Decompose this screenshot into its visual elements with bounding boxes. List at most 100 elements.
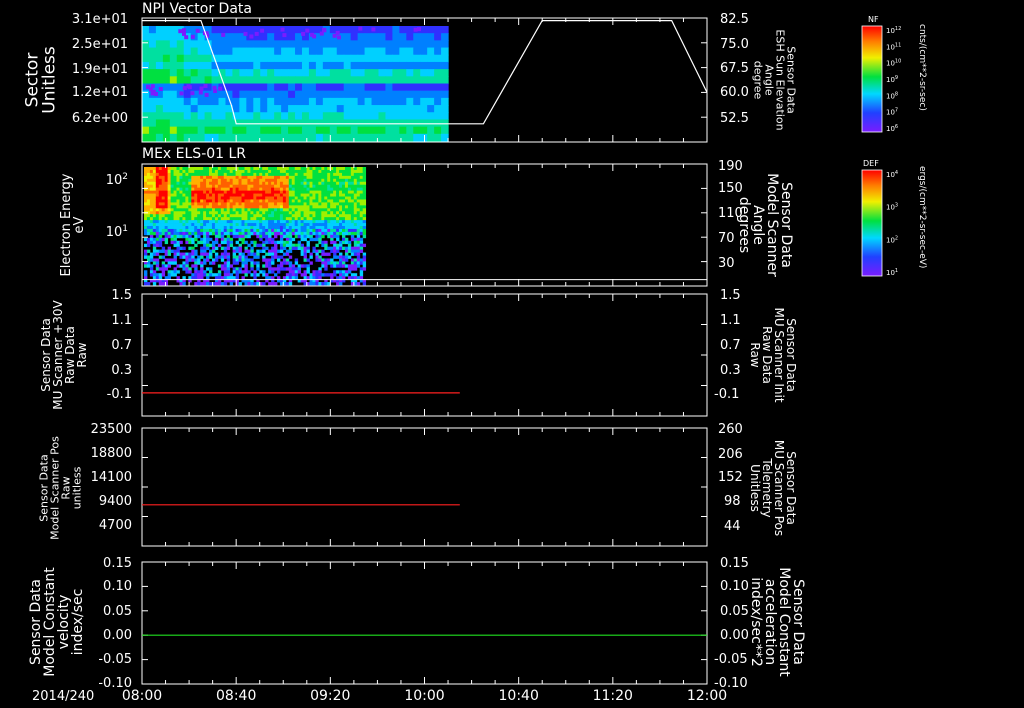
heat-cell — [259, 243, 263, 248]
heat-cell — [259, 199, 263, 203]
heat-cell — [321, 231, 325, 236]
heat-cell — [301, 31, 306, 36]
heat-cell — [285, 208, 290, 212]
heat-cell — [315, 214, 319, 218]
heat-cell — [155, 112, 164, 121]
heat-cell — [144, 217, 148, 221]
heat-cell — [392, 40, 400, 49]
heat-cell — [274, 76, 282, 85]
heat-cell — [158, 255, 163, 259]
heat-cell — [347, 169, 352, 174]
heat-cell — [206, 167, 210, 171]
heat-cell — [220, 211, 225, 215]
heat-cell — [144, 214, 148, 218]
heat-cell — [182, 178, 186, 183]
heat-cell — [167, 258, 171, 262]
heat-cell — [303, 237, 307, 242]
heat-cell — [244, 264, 248, 268]
heat-cell — [309, 261, 313, 265]
heat-cell — [274, 240, 278, 245]
heat-cell — [315, 181, 319, 186]
heat-cell — [342, 228, 346, 233]
heat-cell — [238, 202, 242, 206]
heat-cell — [176, 217, 180, 221]
heat-cell — [239, 76, 247, 85]
heat-cell — [250, 199, 254, 203]
heat-cell — [357, 105, 366, 113]
heat-cell — [262, 255, 266, 259]
heat-cell — [441, 26, 449, 34]
heat-cell — [211, 178, 216, 183]
heat-cell — [188, 190, 192, 194]
heat-cell — [281, 83, 289, 92]
heat-cell — [312, 226, 316, 230]
heat-cell — [268, 196, 272, 200]
heat-cell — [214, 226, 219, 230]
heat-cell — [203, 258, 207, 262]
heat-cell — [244, 223, 248, 227]
heat-cell — [246, 76, 254, 85]
heat-cell — [371, 33, 380, 41]
heat-cell — [238, 270, 242, 274]
heat-cell — [362, 214, 367, 218]
heat-cell — [144, 172, 148, 177]
heat-cell — [200, 270, 204, 274]
heat-cell — [256, 196, 260, 200]
heat-cell — [220, 175, 225, 180]
heat-cell — [385, 33, 393, 41]
heat-cell — [244, 208, 248, 212]
heat-cell — [161, 223, 166, 227]
heat-cell — [339, 264, 343, 268]
heat-cell — [191, 217, 195, 221]
heat-cell — [342, 276, 346, 280]
heat-cell — [294, 243, 299, 248]
panel1-y2label: Sensor DataESH Sun ElevationAngledegree — [752, 29, 798, 130]
heat-cell — [149, 167, 154, 171]
heat-cell — [378, 97, 387, 106]
heat-cell — [203, 205, 207, 209]
heat-cell — [162, 97, 171, 106]
heat-cell — [294, 181, 299, 186]
heat-cell — [238, 175, 242, 180]
heat-cell — [223, 249, 228, 253]
heat-cell — [194, 214, 198, 218]
heat-cell — [350, 69, 359, 77]
heat-cell — [209, 270, 213, 274]
heat-cell — [225, 61, 234, 70]
heat-cell — [399, 61, 407, 70]
heat-cell — [385, 90, 393, 99]
heat-cell — [253, 255, 257, 259]
heat-cell — [321, 273, 325, 277]
heat-cell — [253, 226, 257, 230]
heat-cell — [179, 193, 183, 197]
heat-cell — [300, 252, 304, 256]
panel1-y2tick: 75.0 — [720, 37, 749, 52]
heat-cell — [291, 231, 296, 236]
plot-canvas: NPI Vector Data 3.1e+01 2.5e+01 1.9e+01 … — [22, 1, 927, 704]
heat-cell — [253, 76, 261, 85]
heat-cell — [399, 112, 407, 121]
heat-cell — [223, 205, 228, 209]
heat-cell — [232, 223, 237, 227]
heat-cell — [274, 211, 278, 215]
heat-cell — [144, 208, 148, 212]
heat-cell — [188, 267, 192, 271]
colorbar-tick-label: 101 — [886, 268, 898, 277]
heat-cell — [285, 273, 290, 277]
heat-cell — [441, 61, 449, 70]
heat-cell — [169, 54, 178, 63]
heat-cell — [336, 237, 340, 242]
heat-cell — [333, 243, 337, 248]
heat-cell — [211, 181, 216, 186]
heat-cell — [315, 69, 324, 77]
panel1-ytick: 1.2e+01 — [72, 85, 128, 100]
heat-cell — [259, 231, 263, 236]
heat-cell — [170, 208, 174, 212]
heat-cell — [182, 196, 186, 200]
heat-cell — [288, 175, 293, 180]
heat-cell — [268, 237, 272, 242]
heat-cell — [194, 202, 198, 206]
heat-cell — [188, 226, 192, 230]
heat-cell — [161, 246, 166, 250]
heat-cell — [336, 184, 340, 189]
